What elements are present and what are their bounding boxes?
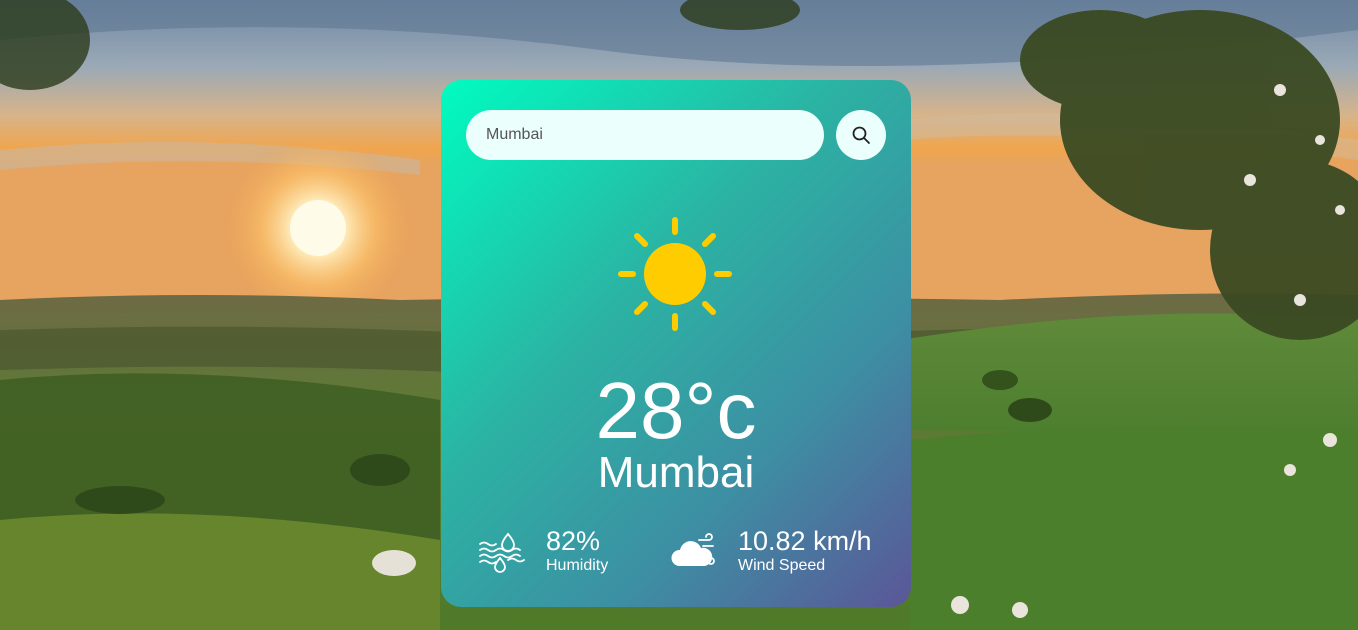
search-input[interactable]	[466, 110, 824, 160]
wind-icon	[671, 533, 715, 566]
weather-card: 28°c Mumbai 82% Humidity 10.82 km/h Wind…	[441, 80, 911, 607]
humidity-value: 82%	[546, 526, 601, 556]
humidity-label: Humidity	[546, 557, 609, 574]
humidity-icon	[479, 532, 525, 573]
wind-speed-label: Wind Speed	[738, 557, 826, 574]
search-icon	[852, 126, 870, 144]
city-name: Mumbai	[597, 448, 755, 497]
temperature: 28°c	[595, 366, 757, 455]
wind-speed-value: 10.82 km/h	[738, 526, 872, 556]
sun-icon	[618, 217, 732, 331]
search-button[interactable]	[836, 110, 886, 160]
